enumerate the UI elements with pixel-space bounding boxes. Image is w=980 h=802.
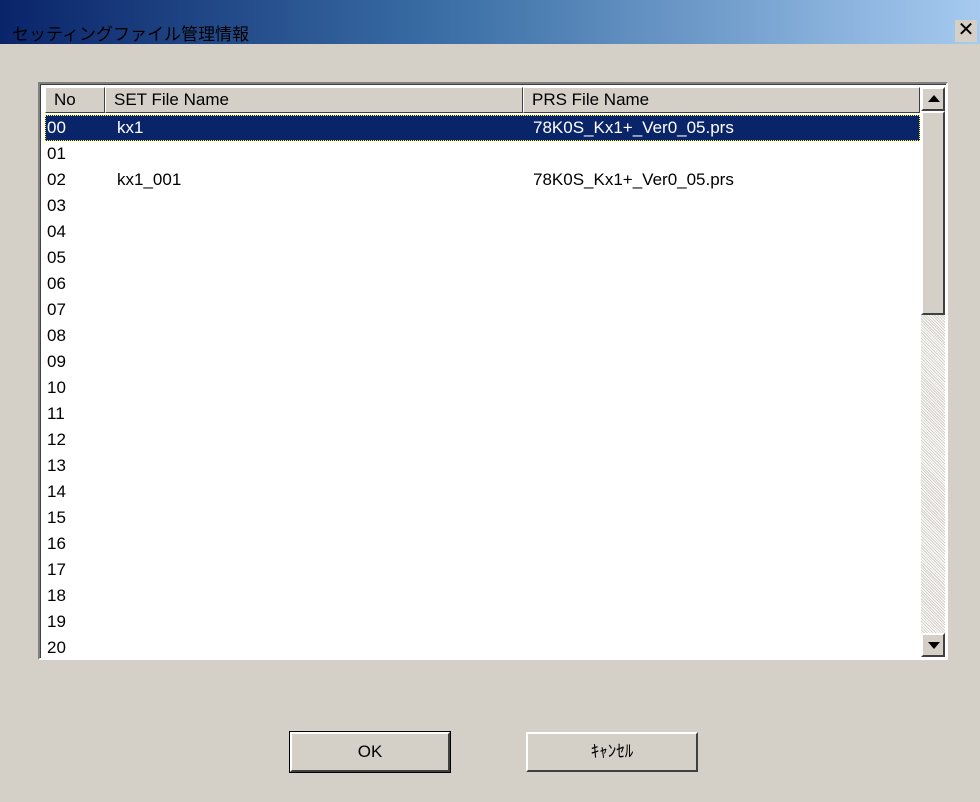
row-number: 03 (47, 196, 66, 215)
scrollbar-thumb[interactable] (921, 111, 945, 315)
vertical-scrollbar[interactable] (921, 87, 945, 657)
table-row[interactable]: 03 (45, 193, 920, 219)
prs-file-name-cell: 78K0S_Kx1+_Ver0_05.prs (533, 118, 734, 137)
table-row[interactable]: 15 (45, 505, 920, 531)
row-number: 17 (47, 560, 66, 579)
table-row[interactable]: 02 kx1_001 78K0S_Kx1+_Ver0_05.prs (45, 167, 920, 193)
table-row[interactable]: 04 (45, 219, 920, 245)
prs-file-name-cell: 78K0S_Kx1+_Ver0_05.prs (533, 170, 734, 189)
row-number: 14 (47, 482, 66, 501)
table-row[interactable]: 01 (45, 141, 920, 167)
title-bar[interactable]: セッティングファイル管理情報 ✕ (0, 0, 980, 44)
table-row[interactable]: 16 (45, 531, 920, 557)
row-number: 10 (47, 378, 66, 397)
table-row[interactable]: 18 (45, 583, 920, 609)
table-row[interactable]: 14 (45, 479, 920, 505)
row-number: 05 (47, 248, 66, 267)
table-row[interactable]: 07 (45, 297, 920, 323)
row-number: 19 (47, 612, 66, 631)
row-number: 11 (47, 404, 65, 423)
arrow-up-icon (928, 95, 940, 102)
table-row[interactable]: 13 (45, 453, 920, 479)
row-number: 20 (47, 638, 66, 657)
table-row[interactable]: 12 (45, 427, 920, 453)
column-header-set-file-name[interactable]: SET File Name (105, 87, 523, 113)
row-number: 16 (47, 534, 66, 553)
row-number: 09 (47, 352, 66, 371)
row-number: 08 (47, 326, 66, 345)
table-row[interactable]: 20 (45, 635, 920, 658)
column-header-prs-file-name[interactable]: PRS File Name (523, 87, 920, 113)
column-header-no[interactable]: No (45, 87, 105, 113)
row-number: 15 (47, 508, 66, 527)
scroll-up-button[interactable] (921, 87, 945, 111)
row-number: 01 (47, 144, 66, 163)
list-header: No SET File Name PRS File Name (45, 87, 920, 113)
arrow-down-icon (928, 642, 940, 649)
row-number: 04 (47, 222, 66, 241)
table-row[interactable]: 09 (45, 349, 920, 375)
table-row[interactable]: 05 (45, 245, 920, 271)
set-file-name-cell: kx1_001 (117, 170, 182, 189)
row-number: 00 (47, 118, 66, 137)
row-number: 18 (47, 586, 66, 605)
table-row[interactable]: 08 (45, 323, 920, 349)
table-row[interactable]: 19 (45, 609, 920, 635)
scroll-down-button[interactable] (921, 633, 945, 657)
file-list-frame: No SET File Name PRS File Name 00 kx1 78K0… (40, 84, 946, 658)
row-number: 12 (47, 430, 66, 449)
row-number: 13 (47, 456, 66, 475)
window-title: セッティングファイル管理情報 (12, 25, 249, 44)
table-row[interactable]: 17 (45, 557, 920, 583)
file-list-view[interactable]: No SET File Name PRS File Name 00 kx1 78K0… (38, 82, 948, 660)
row-number: 07 (47, 300, 66, 319)
dialog-window: セッティングファイル管理情報 ✕ No SET File Name PRS Fi… (0, 0, 980, 802)
table-row[interactable]: 06 (45, 271, 920, 297)
table-row[interactable]: 10 (45, 375, 920, 401)
set-file-name-cell: kx1 (117, 118, 144, 137)
cancel-button[interactable]: ｷｬﾝｾﾙ (526, 732, 698, 772)
close-icon[interactable]: ✕ (955, 20, 977, 42)
row-number: 02 (47, 170, 66, 189)
table-row[interactable]: 00 kx1 78K0S_Kx1+_Ver0_05.prs (45, 115, 920, 141)
table-row[interactable]: 11 (45, 401, 920, 427)
ok-button[interactable]: OK (289, 731, 451, 773)
row-number: 06 (47, 274, 66, 293)
